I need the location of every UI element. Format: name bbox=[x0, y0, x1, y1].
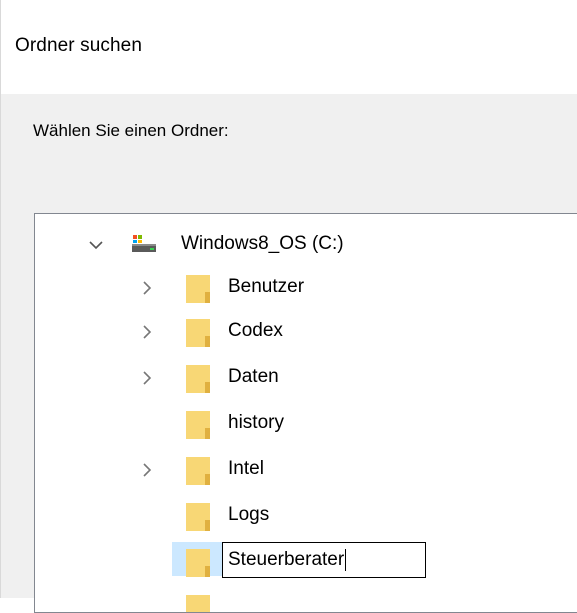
text-caret bbox=[345, 549, 347, 571]
tree-item-label: Windows8_OS (C:) bbox=[181, 233, 344, 254]
dialog-title: Ordner suchen bbox=[15, 35, 142, 56]
folder-icon bbox=[185, 548, 211, 577]
dialog-prompt: Wählen Sie einen Ordner: bbox=[33, 121, 229, 140]
tree-item-folder[interactable]: history bbox=[35, 402, 555, 446]
tree-item-folder[interactable]: Benutzer bbox=[35, 266, 555, 310]
chevron-right-icon[interactable] bbox=[140, 463, 154, 477]
tree-item-label: Codex bbox=[228, 320, 283, 341]
chevron-right-icon[interactable] bbox=[140, 371, 154, 385]
folder-icon bbox=[185, 364, 211, 393]
folder-icon bbox=[185, 594, 211, 612]
tree-item-label: Intel bbox=[228, 458, 264, 479]
folder-icon bbox=[185, 410, 211, 439]
chevron-right-icon[interactable] bbox=[140, 325, 154, 339]
folder-icon bbox=[185, 274, 211, 303]
tree-item-folder[interactable]: Logs bbox=[35, 494, 555, 538]
drive-icon bbox=[130, 232, 156, 258]
chevron-right-icon[interactable] bbox=[140, 281, 154, 295]
title-bar: Ordner suchen bbox=[1, 0, 577, 94]
tree-item-label: history bbox=[228, 412, 284, 433]
tree-item-folder[interactable]: Intel bbox=[35, 448, 555, 492]
folder-icon bbox=[185, 502, 211, 531]
tree-item-folder[interactable]: Codex bbox=[35, 310, 555, 354]
folder-tree[interactable]: Windows8_OS (C:) Benutzer Codex Daten hi… bbox=[34, 213, 577, 613]
tree-item-folder-partial[interactable] bbox=[35, 586, 555, 612]
tree-item-label: Daten bbox=[228, 366, 279, 387]
folder-icon bbox=[185, 318, 211, 347]
folder-icon bbox=[185, 456, 211, 485]
tree-item-drive[interactable]: Windows8_OS (C:) bbox=[35, 223, 555, 267]
tree-item-label: Logs bbox=[228, 504, 270, 525]
folder-browser-dialog: Ordner suchen Wählen Sie einen Ordner: W… bbox=[0, 0, 577, 613]
tree-item-label: Benutzer bbox=[228, 276, 305, 297]
tree-item-folder[interactable]: Daten bbox=[35, 356, 555, 400]
rename-input-value: Steuerberater bbox=[228, 549, 345, 570]
rename-input[interactable]: Steuerberater bbox=[222, 542, 426, 578]
chevron-down-icon[interactable] bbox=[89, 238, 103, 252]
